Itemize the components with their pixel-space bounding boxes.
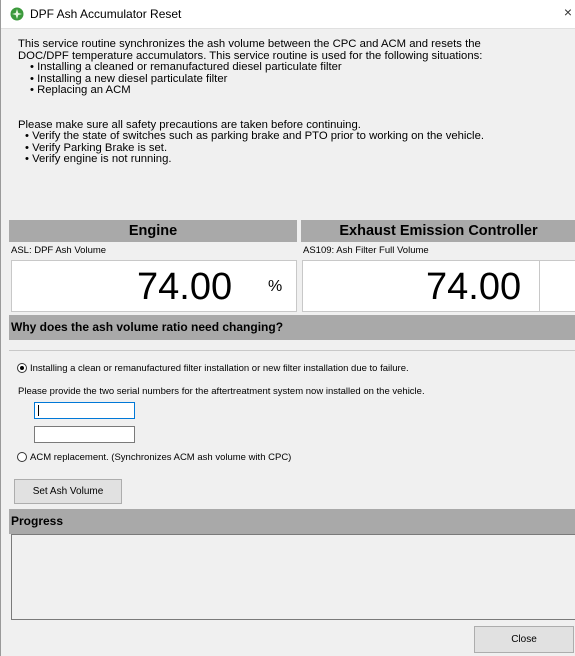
progress-log [11, 534, 575, 620]
safety-bullet: • Verify engine is not running. [25, 153, 172, 165]
option-new-filter[interactable]: Installing a clean or remanufactured fil… [17, 362, 409, 376]
intro-bullet: • Installing a cleaned or remanufactured… [30, 61, 342, 73]
divider [9, 350, 575, 351]
engine-ash-value: 74.00 [137, 266, 233, 308]
title-bar: DPF Ash Accumulator Reset × [1, 0, 575, 29]
progress-section-header: Progress [9, 509, 575, 534]
engine-ash-unit: % [268, 278, 283, 295]
intro-line: This service routine synchronizes the as… [18, 38, 481, 50]
text-caret [38, 405, 39, 416]
option-acm-replacement[interactable]: ACM replacement. (Synchronizes ACM ash v… [17, 451, 291, 465]
option-acm-label: ACM replacement. (Synchronizes ACM ash v… [30, 452, 292, 463]
radio-acm-replacement[interactable] [17, 452, 27, 462]
eec-value-box: 74.00 [302, 260, 575, 312]
eec-ash-value: 74.00 [426, 266, 522, 308]
reason-section-header: Why does the ash volume ratio need chang… [9, 315, 575, 340]
eec-unit-divider [539, 261, 540, 311]
intro-text: This service routine synchronizes the as… [18, 38, 568, 166]
safety-bullet: • Verify the state of switches such as p… [25, 130, 484, 142]
window-title: DPF Ash Accumulator Reset [30, 7, 182, 21]
eec-panel-header: Exhaust Emission Controller [301, 220, 575, 242]
close-button[interactable]: Close [474, 626, 574, 653]
set-ash-volume-button[interactable]: Set Ash Volume [14, 479, 122, 504]
serial-number-1-input[interactable] [34, 402, 135, 419]
engine-value-box: 74.00 % [11, 260, 297, 312]
serial-prompt: Please provide the two serial numbers fo… [18, 386, 425, 397]
app-status-icon [10, 7, 24, 21]
serial-number-2-input[interactable] [34, 426, 135, 443]
window-close-icon[interactable]: × [560, 4, 575, 20]
dpf-ash-reset-window: DPF Ash Accumulator Reset × This service… [0, 0, 575, 656]
intro-bullet: • Replacing an ACM [30, 84, 131, 96]
engine-sub-label: ASL: DPF Ash Volume [11, 243, 297, 259]
radio-new-filter[interactable] [17, 363, 27, 373]
option-new-filter-label: Installing a clean or remanufactured fil… [30, 363, 409, 374]
eec-sub-label: AS109: Ash Filter Full Volume [303, 243, 575, 259]
engine-panel-header: Engine [9, 220, 297, 242]
